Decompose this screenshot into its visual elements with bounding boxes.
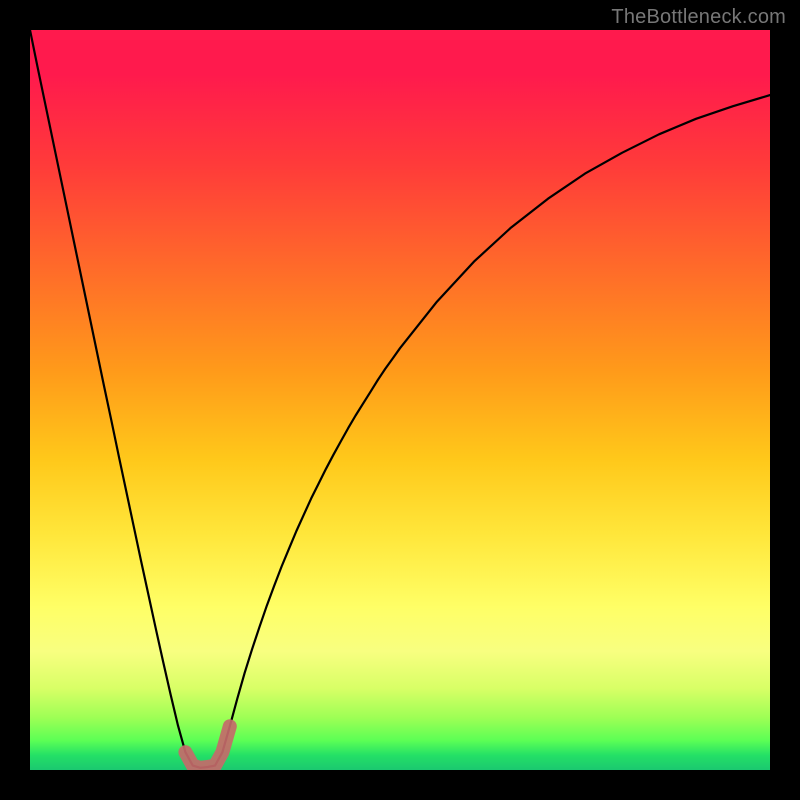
bottleneck-curve-svg (30, 30, 770, 770)
chart-frame: TheBottleneck.com (0, 0, 800, 800)
bottleneck-curve (30, 30, 770, 768)
trough-marker (185, 726, 229, 768)
watermark-text: TheBottleneck.com (611, 6, 786, 29)
chart-plot-area (30, 30, 770, 770)
